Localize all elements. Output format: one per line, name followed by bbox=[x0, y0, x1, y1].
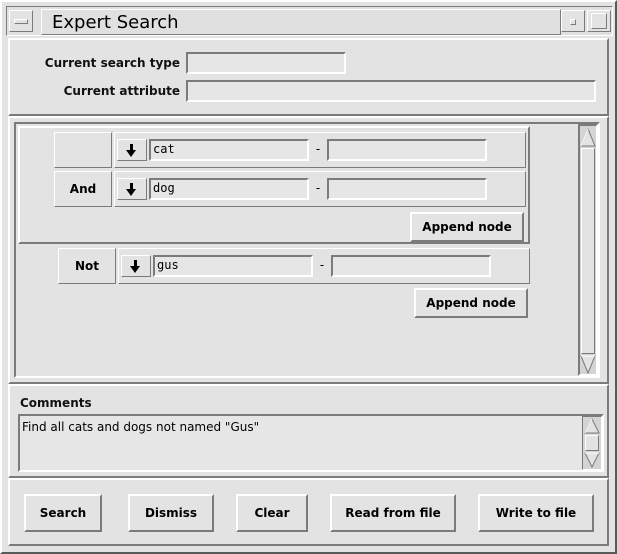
down-arrow-icon-head bbox=[130, 266, 140, 273]
read-from-file-button[interactable]: Read from file bbox=[330, 494, 456, 532]
down-arrow-icon-head bbox=[126, 189, 136, 196]
clear-button[interactable]: Clear bbox=[236, 494, 308, 532]
window-title: Expert Search bbox=[41, 9, 561, 35]
row-menu-button[interactable] bbox=[117, 139, 147, 161]
query-row: cat - bbox=[114, 132, 526, 168]
to-value-field[interactable] bbox=[327, 178, 487, 200]
window-menu-icon bbox=[14, 19, 28, 24]
query-tree-view: cat - And dog - Append node Not gus - Ap… bbox=[14, 122, 600, 378]
down-arrow-icon-head bbox=[126, 150, 136, 157]
minimize-button[interactable] bbox=[561, 10, 585, 32]
search-button[interactable]: Search bbox=[24, 494, 102, 532]
search-info-panel: Current search type Current attribute bbox=[8, 38, 609, 116]
scroll-thumb[interactable] bbox=[581, 148, 595, 354]
range-separator: - bbox=[319, 258, 325, 272]
comments-textarea[interactable]: Find all cats and dogs not named "Gus" bbox=[18, 414, 604, 472]
search-type-label: Current search type bbox=[44, 56, 180, 70]
scroll-up-arrow-icon[interactable] bbox=[584, 417, 600, 435]
comments-scrollbar[interactable] bbox=[582, 416, 602, 470]
tree-scrollbar[interactable] bbox=[578, 124, 598, 376]
comments-panel: Comments Find all cats and dogs not name… bbox=[8, 384, 609, 478]
query-group: cat - And dog - Append node bbox=[18, 126, 530, 244]
expert-search-window: Expert Search Current search type Curren… bbox=[0, 0, 617, 554]
query-tree-panel: cat - And dog - Append node Not gus - Ap… bbox=[8, 116, 609, 384]
dismiss-button[interactable]: Dismiss bbox=[128, 494, 214, 532]
to-value-field[interactable] bbox=[331, 255, 491, 277]
scroll-thumb[interactable] bbox=[585, 435, 599, 451]
append-node-button[interactable]: Append node bbox=[414, 288, 528, 318]
operator-button[interactable]: Not bbox=[58, 248, 116, 284]
append-node-button[interactable]: Append node bbox=[410, 212, 524, 242]
attribute-label: Current attribute bbox=[63, 84, 180, 98]
operator-button[interactable]: And bbox=[54, 171, 112, 207]
from-value-field[interactable]: dog bbox=[149, 178, 309, 200]
range-separator: - bbox=[315, 142, 321, 156]
maximize-button[interactable] bbox=[587, 10, 611, 32]
title-bar[interactable]: Expert Search bbox=[6, 6, 613, 36]
from-value-field[interactable]: gus bbox=[153, 255, 313, 277]
query-row: gus - bbox=[118, 248, 530, 284]
minimize-icon bbox=[570, 19, 576, 25]
scroll-down-arrow-icon[interactable] bbox=[580, 355, 596, 375]
row-menu-button[interactable] bbox=[117, 178, 147, 200]
attribute-field[interactable] bbox=[186, 80, 596, 102]
row-menu-button[interactable] bbox=[121, 255, 151, 277]
query-row: dog - bbox=[114, 171, 526, 207]
operator-button[interactable] bbox=[54, 132, 112, 168]
search-type-field[interactable] bbox=[186, 52, 346, 74]
range-separator: - bbox=[315, 181, 321, 195]
scroll-down-arrow-icon[interactable] bbox=[584, 451, 600, 469]
from-value-field[interactable]: cat bbox=[149, 139, 309, 161]
maximize-icon bbox=[591, 13, 607, 29]
scroll-up-arrow-icon[interactable] bbox=[580, 126, 596, 148]
comments-label: Comments bbox=[20, 396, 92, 410]
action-bar: Search Dismiss Clear Read from file Writ… bbox=[8, 478, 609, 546]
write-to-file-button[interactable]: Write to file bbox=[478, 494, 594, 532]
to-value-field[interactable] bbox=[327, 139, 487, 161]
comments-text: Find all cats and dogs not named "Gus" bbox=[22, 420, 260, 434]
window-menu-button[interactable] bbox=[9, 10, 33, 32]
